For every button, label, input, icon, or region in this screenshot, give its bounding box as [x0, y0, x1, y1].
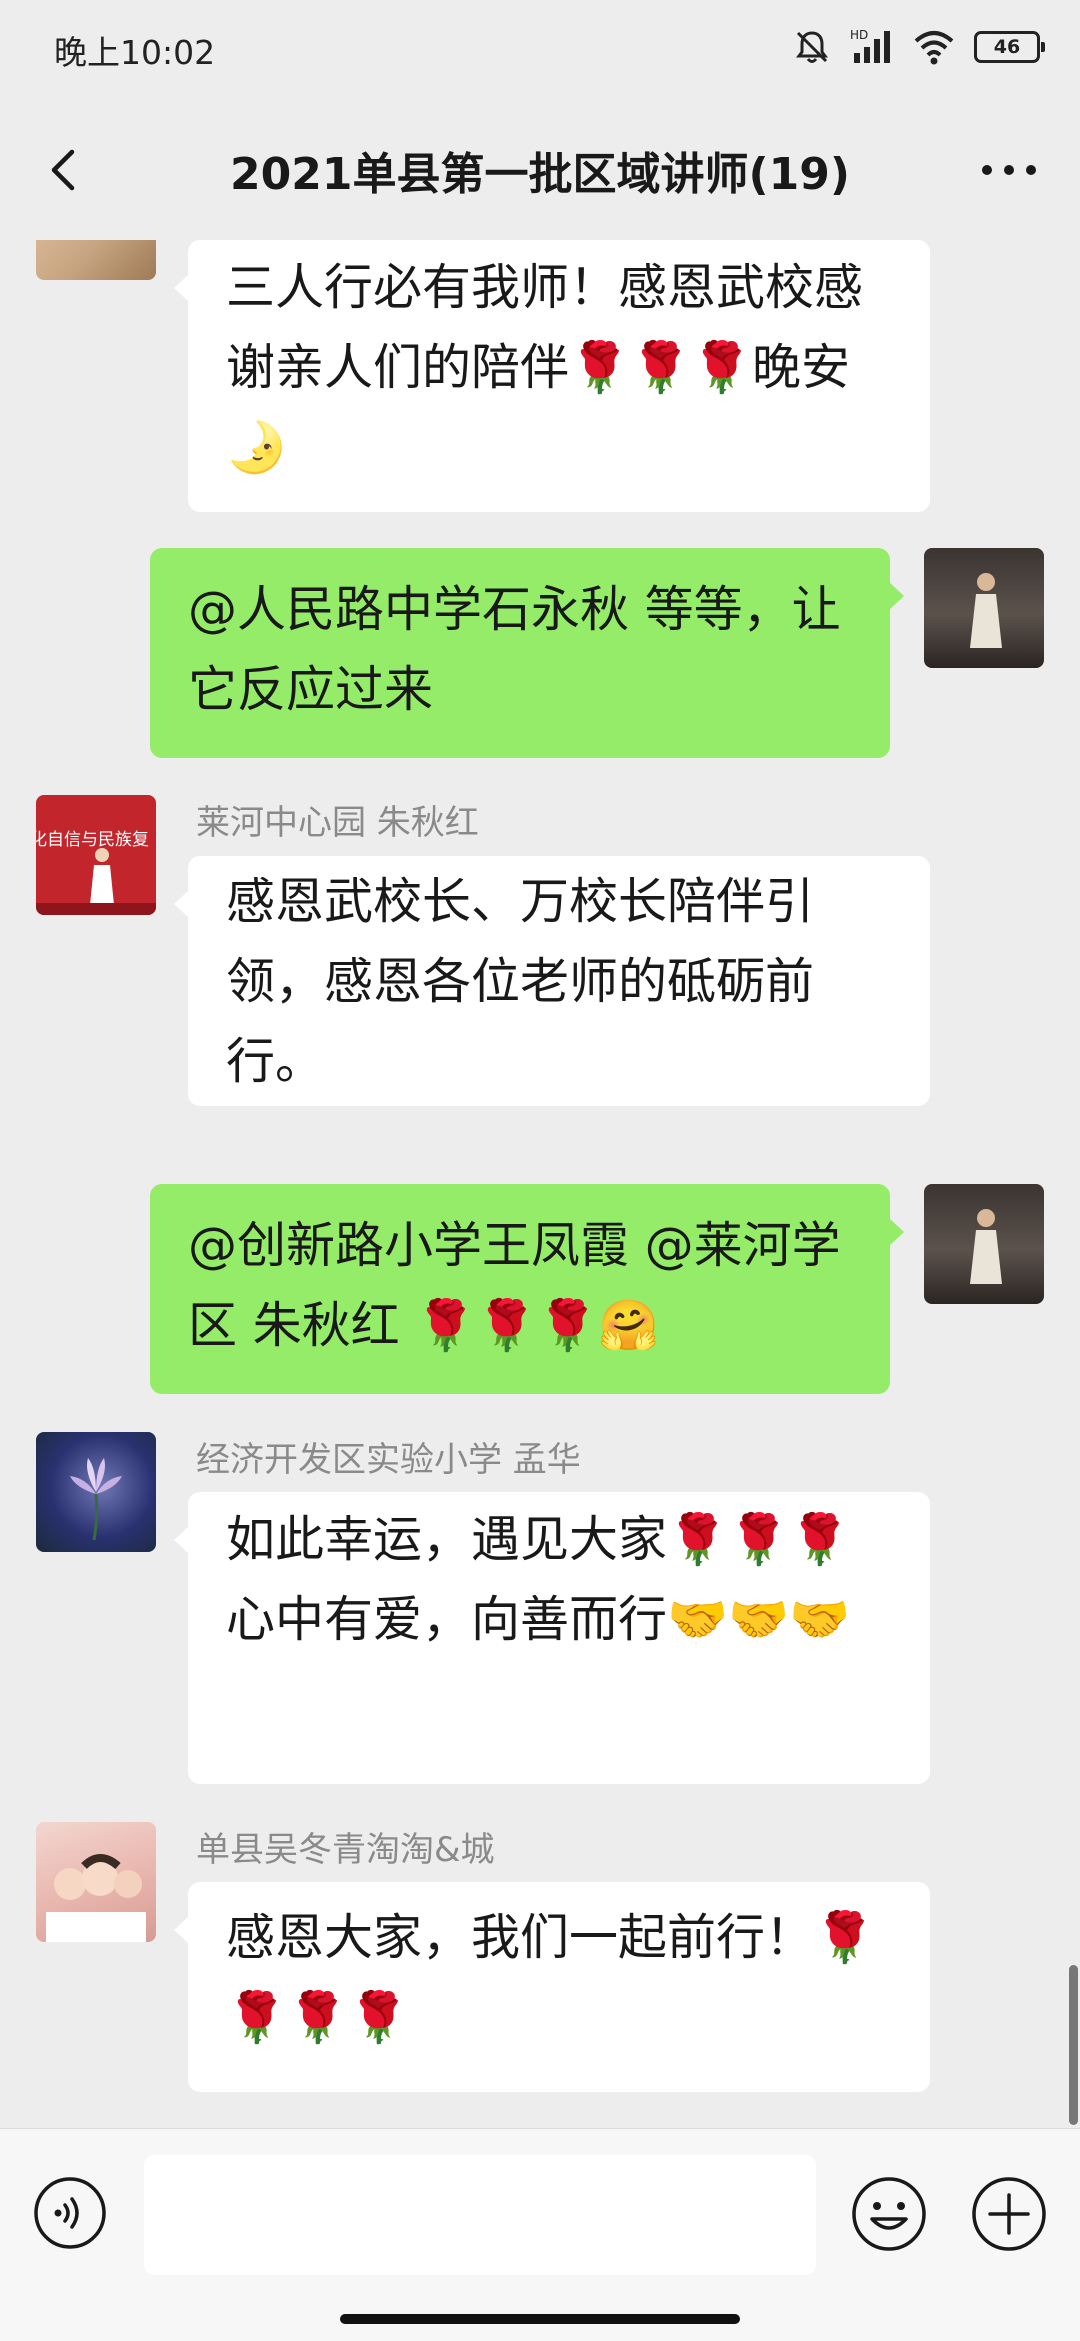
wifi-icon — [914, 31, 954, 65]
hd-label: HD — [850, 28, 868, 42]
scrollbar-thumb[interactable] — [1069, 1965, 1078, 2125]
voice-input-icon[interactable] — [32, 2175, 108, 2251]
sender-name: 单县吴冬青淘淘&城 — [196, 1830, 495, 1870]
battery-level: 46 — [993, 36, 1021, 58]
person-figure-icon — [970, 1209, 1002, 1284]
message-input[interactable] — [144, 2155, 816, 2275]
sender-name: 莱河中心园 朱秋红 — [196, 803, 479, 843]
message-text: @创新路小学王凤霞 @莱河学区 朱秋红 🌹🌹🌹🤗 — [188, 1217, 841, 1354]
mute-bell-icon — [796, 31, 828, 63]
my-avatar[interactable] — [924, 548, 1044, 668]
chat-title: 2021单县第一批区域讲师(19) — [230, 149, 850, 200]
signal-icon: HD — [850, 28, 890, 63]
message-text: 三人行必有我师！感恩武校感谢亲人们的陪伴🌹🌹🌹晚安🌛 — [226, 259, 864, 476]
message-bubble-outgoing[interactable]: @人民路中学石永秋 等等，让它反应过来 — [150, 548, 904, 758]
person-figure-icon — [36, 848, 156, 915]
emoji-icon[interactable] — [850, 2175, 928, 2253]
back-arrow-icon[interactable] — [36, 140, 96, 200]
avatar[interactable] — [36, 1822, 156, 1942]
plus-icon[interactable] — [970, 2175, 1048, 2253]
message-text: 如此幸运，遇见大家🌹🌹🌹心中有爱，向善而行🤝🤝🤝 — [226, 1511, 851, 1648]
message-bubble-incoming[interactable]: 感恩武校长、万校长陪伴引领，感恩各位老师的砥砺前行。 — [174, 856, 930, 1106]
home-indicator[interactable] — [340, 2314, 740, 2324]
avatar[interactable]: 化自信与民族复 — [36, 795, 156, 915]
message-bubble-incoming[interactable]: 感恩大家，我们一起前行！🌹🌹🌹🌹 — [174, 1882, 930, 2092]
input-bar — [0, 2128, 1080, 2341]
chat-messages[interactable]: 三人行必有我师！感恩武校感谢亲人们的陪伴🌹🌹🌹晚安🌛 @人民路中学石永秋 等等，… — [0, 240, 1080, 2128]
status-bar: 晚上10:02 HD 46 — [0, 0, 1080, 100]
person-figure-icon — [970, 573, 1002, 648]
my-avatar[interactable] — [924, 1184, 1044, 1304]
message-text: @人民路中学石永秋 等等，让它反应过来 — [188, 581, 841, 718]
nav-bar: 2021单县第一批区域讲师(19) — [0, 100, 1080, 240]
sender-name: 经济开发区实验小学 孟华 — [196, 1440, 581, 1480]
avatar[interactable] — [36, 240, 156, 280]
lotus-flower-icon — [70, 1458, 122, 1541]
battery-icon: 46 — [974, 31, 1045, 63]
status-time: 晚上10:02 — [54, 33, 216, 72]
message-bubble-incoming[interactable]: 如此幸运，遇见大家🌹🌹🌹心中有爱，向善而行🤝🤝🤝 — [174, 1492, 930, 1784]
avatar[interactable] — [36, 1432, 156, 1552]
message-text: 感恩武校长、万校长陪伴引领，感恩各位老师的砥砺前行。 — [226, 873, 815, 1090]
family-photo-icon — [46, 1854, 146, 1942]
more-options-icon[interactable] — [974, 140, 1044, 200]
message-text: 感恩大家，我们一起前行！🌹🌹🌹🌹 — [226, 1909, 876, 2046]
message-bubble-outgoing[interactable]: @创新路小学王凤霞 @莱河学区 朱秋红 🌹🌹🌹🤗 — [150, 1184, 904, 1394]
status-icons: HD 46 — [792, 24, 1045, 70]
message-bubble-incoming[interactable]: 三人行必有我师！感恩武校感谢亲人们的陪伴🌹🌹🌹晚安🌛 — [174, 240, 930, 512]
